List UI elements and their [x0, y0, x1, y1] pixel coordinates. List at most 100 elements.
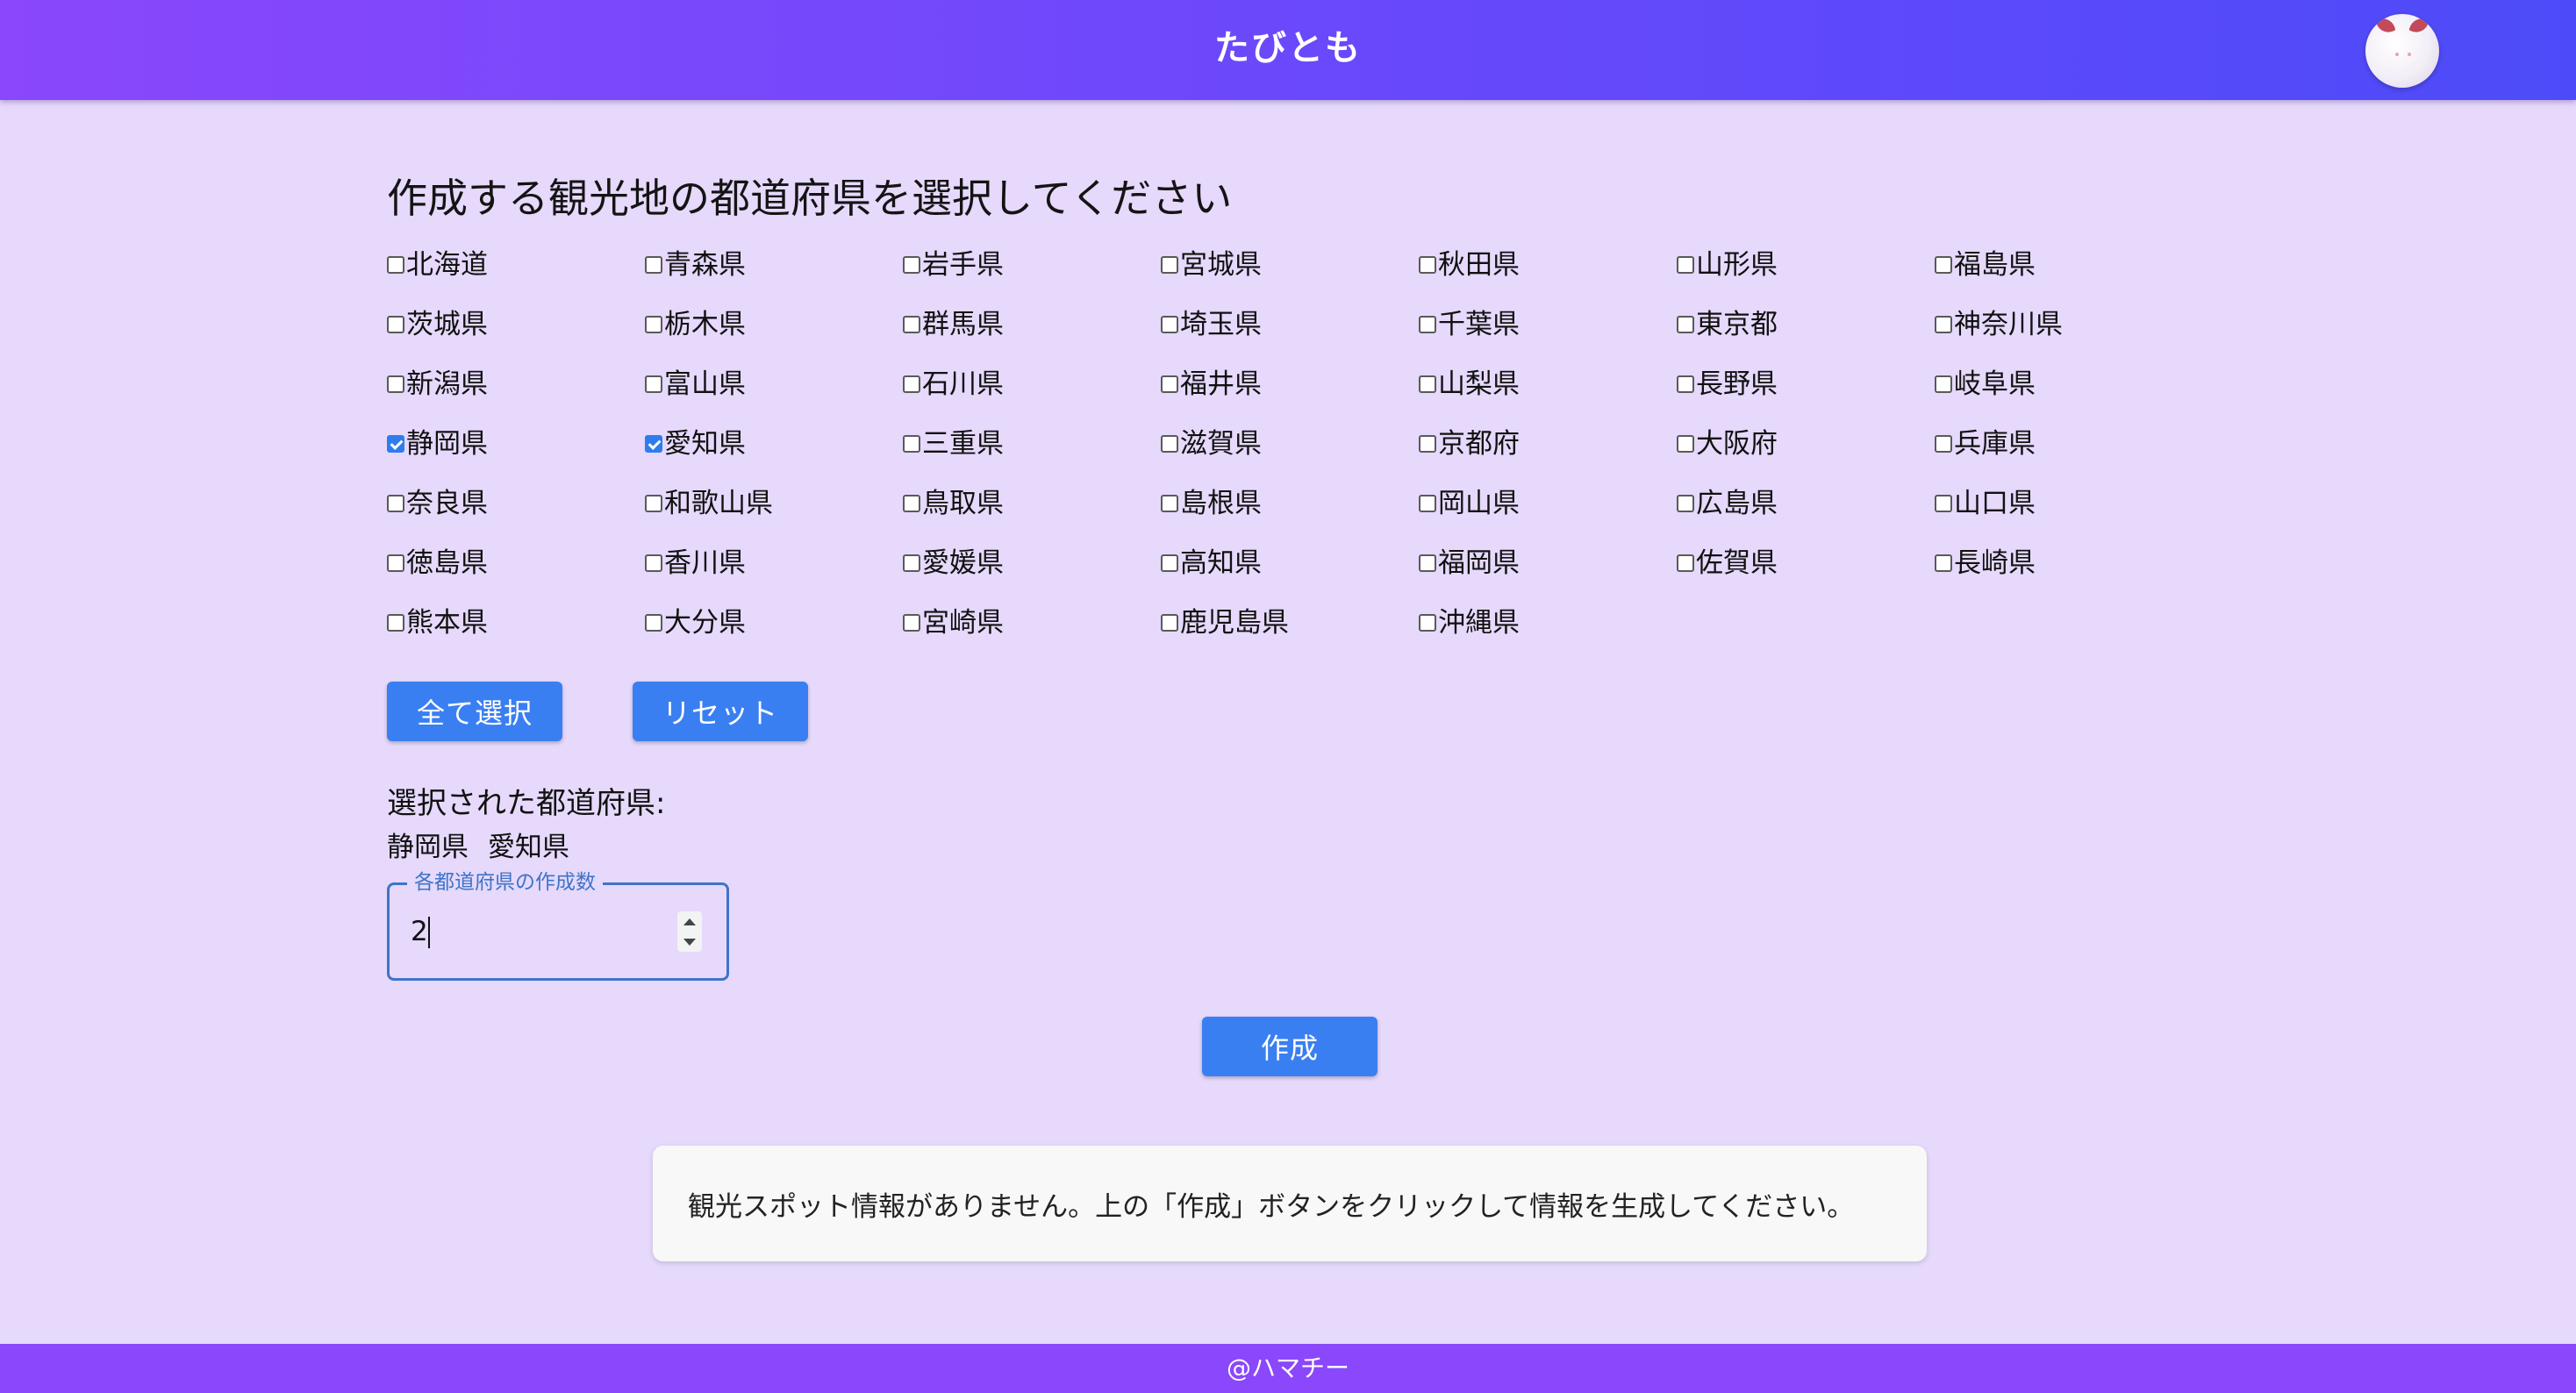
prefecture-checkbox-item[interactable]: 富山県 — [645, 366, 903, 425]
prefecture-checkbox-item[interactable]: 山梨県 — [1419, 366, 1677, 425]
prefecture-checkbox-item[interactable]: 和歌山県 — [645, 485, 903, 545]
prefecture-checkbox-item[interactable]: 福井県 — [1161, 366, 1419, 425]
user-avatar-icon[interactable] — [2365, 14, 2439, 88]
prefecture-checkbox-item[interactable]: 大分県 — [645, 604, 903, 664]
checkbox-unchecked-icon[interactable] — [903, 375, 920, 393]
checkbox-unchecked-icon[interactable] — [903, 316, 920, 333]
prefecture-checkbox-item[interactable]: 山形県 — [1677, 246, 1935, 306]
prefecture-checkbox-item[interactable]: 山口県 — [1935, 485, 2193, 545]
checkbox-unchecked-icon[interactable] — [1419, 316, 1436, 333]
select-all-button[interactable]: 全て選択 — [387, 682, 562, 741]
checkbox-unchecked-icon[interactable] — [1419, 375, 1436, 393]
spinner-up-icon[interactable] — [683, 918, 696, 925]
checkbox-unchecked-icon[interactable] — [1161, 256, 1178, 274]
prefecture-checkbox-item[interactable]: 宮崎県 — [903, 604, 1161, 664]
prefecture-checkbox-item[interactable]: 静岡県 — [387, 425, 645, 485]
checkbox-unchecked-icon[interactable] — [903, 256, 920, 274]
prefecture-checkbox-item[interactable]: 東京都 — [1677, 306, 1935, 366]
prefecture-checkbox-item[interactable]: 新潟県 — [387, 366, 645, 425]
create-button[interactable]: 作成 — [1202, 1017, 1377, 1076]
checkbox-unchecked-icon[interactable] — [387, 614, 404, 632]
count-per-prefecture-field[interactable]: 各都道府県の作成数 — [387, 871, 729, 981]
spinner-down-icon[interactable] — [683, 938, 696, 946]
checkbox-unchecked-icon[interactable] — [1419, 495, 1436, 512]
prefecture-checkbox-item[interactable]: 愛知県 — [645, 425, 903, 485]
checkbox-unchecked-icon[interactable] — [1419, 554, 1436, 572]
prefecture-checkbox-item[interactable]: 茨城県 — [387, 306, 645, 366]
checkbox-unchecked-icon[interactable] — [387, 256, 404, 274]
checkbox-unchecked-icon[interactable] — [645, 256, 662, 274]
prefecture-checkbox-item[interactable]: 兵庫県 — [1935, 425, 2193, 485]
checkbox-unchecked-icon[interactable] — [1935, 316, 1952, 333]
checkbox-unchecked-icon[interactable] — [645, 375, 662, 393]
count-input[interactable] — [411, 911, 586, 952]
prefecture-checkbox-item[interactable]: 岡山県 — [1419, 485, 1677, 545]
checkbox-unchecked-icon[interactable] — [387, 375, 404, 393]
prefecture-checkbox-item[interactable]: 広島県 — [1677, 485, 1935, 545]
prefecture-checkbox-item[interactable]: 長崎県 — [1935, 545, 2193, 604]
checkbox-unchecked-icon[interactable] — [645, 495, 662, 512]
prefecture-checkbox-item[interactable]: 沖縄県 — [1419, 604, 1677, 664]
prefecture-checkbox-item[interactable]: 神奈川県 — [1935, 306, 2193, 366]
prefecture-checkbox-item[interactable]: 三重県 — [903, 425, 1161, 485]
checkbox-checked-icon[interactable] — [387, 435, 404, 453]
prefecture-checkbox-item[interactable]: 栃木県 — [645, 306, 903, 366]
prefecture-checkbox-item[interactable]: 奈良県 — [387, 485, 645, 545]
prefecture-checkbox-item[interactable]: 埼玉県 — [1161, 306, 1419, 366]
prefecture-checkbox-item[interactable]: 石川県 — [903, 366, 1161, 425]
prefecture-checkbox-item[interactable]: 島根県 — [1161, 485, 1419, 545]
prefecture-checkbox-item[interactable]: 福島県 — [1935, 246, 2193, 306]
reset-button[interactable]: リセット — [633, 682, 808, 741]
checkbox-unchecked-icon[interactable] — [903, 614, 920, 632]
checkbox-unchecked-icon[interactable] — [1677, 375, 1694, 393]
prefecture-checkbox-item[interactable]: 千葉県 — [1419, 306, 1677, 366]
prefecture-checkbox-item[interactable]: 福岡県 — [1419, 545, 1677, 604]
checkbox-unchecked-icon[interactable] — [1935, 375, 1952, 393]
checkbox-unchecked-icon[interactable] — [645, 316, 662, 333]
checkbox-unchecked-icon[interactable] — [1677, 495, 1694, 512]
prefecture-checkbox-item[interactable]: 佐賀県 — [1677, 545, 1935, 604]
checkbox-unchecked-icon[interactable] — [903, 435, 920, 453]
prefecture-checkbox-item[interactable]: 北海道 — [387, 246, 645, 306]
checkbox-unchecked-icon[interactable] — [1161, 495, 1178, 512]
checkbox-unchecked-icon[interactable] — [1935, 554, 1952, 572]
prefecture-checkbox-item[interactable]: 宮城県 — [1161, 246, 1419, 306]
checkbox-unchecked-icon[interactable] — [1677, 554, 1694, 572]
checkbox-unchecked-icon[interactable] — [1161, 614, 1178, 632]
checkbox-unchecked-icon[interactable] — [903, 495, 920, 512]
prefecture-checkbox-item[interactable]: 徳島県 — [387, 545, 645, 604]
prefecture-checkbox-item[interactable]: 香川県 — [645, 545, 903, 604]
prefecture-checkbox-item[interactable]: 鳥取県 — [903, 485, 1161, 545]
prefecture-checkbox-item[interactable]: 鹿児島県 — [1161, 604, 1419, 664]
checkbox-unchecked-icon[interactable] — [1935, 256, 1952, 274]
prefecture-checkbox-item[interactable]: 群馬県 — [903, 306, 1161, 366]
checkbox-unchecked-icon[interactable] — [1419, 614, 1436, 632]
prefecture-checkbox-item[interactable]: 熊本県 — [387, 604, 645, 664]
checkbox-unchecked-icon[interactable] — [1935, 495, 1952, 512]
checkbox-unchecked-icon[interactable] — [1161, 375, 1178, 393]
prefecture-checkbox-item[interactable]: 大阪府 — [1677, 425, 1935, 485]
prefecture-checkbox-item[interactable]: 長野県 — [1677, 366, 1935, 425]
prefecture-checkbox-item[interactable]: 滋賀県 — [1161, 425, 1419, 485]
checkbox-unchecked-icon[interactable] — [1677, 435, 1694, 453]
checkbox-unchecked-icon[interactable] — [1419, 435, 1436, 453]
number-spinner[interactable] — [677, 911, 702, 952]
checkbox-checked-icon[interactable] — [645, 435, 662, 453]
prefecture-checkbox-item[interactable]: 青森県 — [645, 246, 903, 306]
prefecture-checkbox-item[interactable]: 岩手県 — [903, 246, 1161, 306]
checkbox-unchecked-icon[interactable] — [387, 495, 404, 512]
prefecture-checkbox-item[interactable]: 秋田県 — [1419, 246, 1677, 306]
checkbox-unchecked-icon[interactable] — [1161, 316, 1178, 333]
checkbox-unchecked-icon[interactable] — [387, 554, 404, 572]
prefecture-checkbox-item[interactable]: 京都府 — [1419, 425, 1677, 485]
prefecture-checkbox-item[interactable]: 岐阜県 — [1935, 366, 2193, 425]
checkbox-unchecked-icon[interactable] — [387, 316, 404, 333]
checkbox-unchecked-icon[interactable] — [645, 554, 662, 572]
checkbox-unchecked-icon[interactable] — [1161, 435, 1178, 453]
checkbox-unchecked-icon[interactable] — [1935, 435, 1952, 453]
checkbox-unchecked-icon[interactable] — [903, 554, 920, 572]
checkbox-unchecked-icon[interactable] — [1677, 256, 1694, 274]
prefecture-checkbox-item[interactable]: 高知県 — [1161, 545, 1419, 604]
checkbox-unchecked-icon[interactable] — [1677, 316, 1694, 333]
checkbox-unchecked-icon[interactable] — [1419, 256, 1436, 274]
